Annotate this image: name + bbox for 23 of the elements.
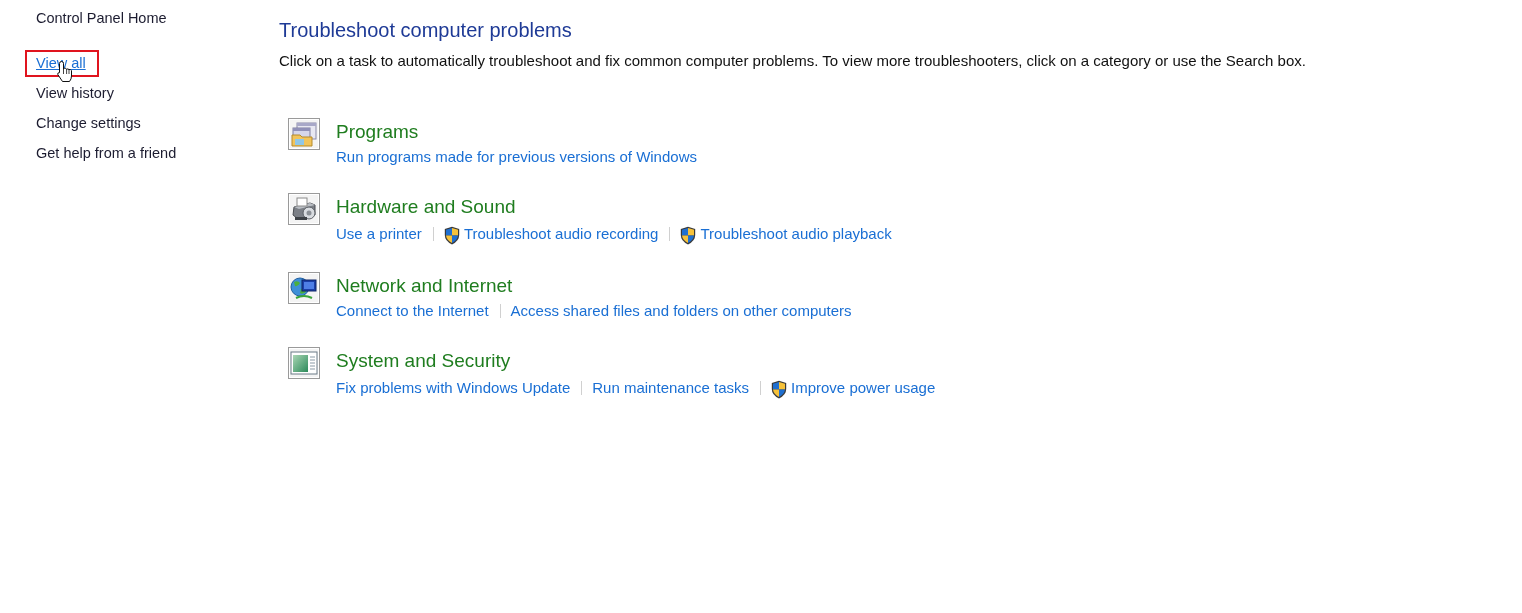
window-icon <box>288 347 320 379</box>
sidebar-link[interactable]: Get help from a friend <box>36 143 177 163</box>
task-link[interactable]: Troubleshoot audio playback <box>680 223 892 245</box>
home-link[interactable]: Control Panel Home <box>36 8 167 28</box>
task-link[interactable]: Access shared files and folders on other computers <box>510 301 852 321</box>
category-link[interactable]: Network and Internet <box>336 273 852 299</box>
category-link[interactable]: Programs <box>336 119 697 145</box>
category-link[interactable]: Hardware and Sound <box>336 194 892 220</box>
task-link[interactable]: Connect to the Internet <box>336 301 489 321</box>
task-link[interactable]: Run programs made for previous versions of Windows <box>336 147 697 167</box>
printer-speaker-icon <box>288 193 320 225</box>
description-text: Click on a task to automatically troubleshoot and fix common computer problems. To view more troubleshooters, click on a category or use the Search box. <box>279 51 1307 71</box>
globe-monitor-icon <box>288 272 320 304</box>
program-windows-icon <box>288 118 320 150</box>
category-link[interactable]: System and Security <box>336 348 936 374</box>
task-link[interactable]: Run maintenance tasks <box>592 378 750 398</box>
task-link[interactable]: Fix problems with Windows Update <box>336 378 571 398</box>
sidebar-link[interactable]: View history <box>36 83 114 103</box>
task-link[interactable]: Use a printer <box>336 224 422 244</box>
sidebar-link[interactable]: Change settings <box>36 113 141 133</box>
page-title: Troubleshoot computer problems <box>279 18 573 43</box>
task-link[interactable]: Improve power usage <box>771 377 936 399</box>
task-link[interactable]: Troubleshoot audio recording <box>443 223 659 245</box>
